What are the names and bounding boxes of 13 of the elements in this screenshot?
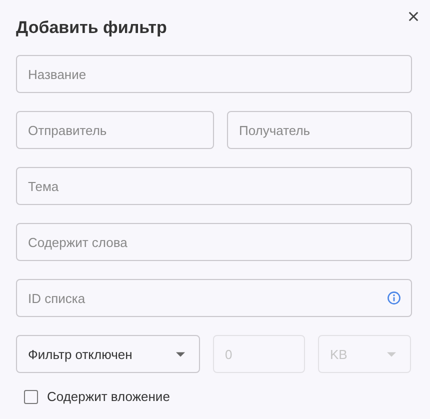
words-field[interactable]: Содержит слова bbox=[16, 223, 412, 261]
info-icon[interactable] bbox=[387, 291, 401, 305]
close-icon[interactable] bbox=[408, 11, 419, 22]
list-id-field[interactable]: ID списка bbox=[16, 279, 412, 317]
caret-icon bbox=[387, 352, 396, 356]
dialog-title: Добавить фильтр bbox=[16, 18, 168, 38]
checkbox-label: Содержит вложение bbox=[47, 389, 170, 404]
name-field[interactable]: Название bbox=[16, 55, 412, 93]
sender-field[interactable]: Отправитель bbox=[16, 111, 214, 149]
recipient-field[interactable]: Получатель bbox=[227, 111, 412, 149]
caret-icon bbox=[176, 352, 185, 356]
attachment-checkbox[interactable] bbox=[24, 390, 38, 404]
subject-field[interactable]: Тема bbox=[16, 167, 412, 205]
